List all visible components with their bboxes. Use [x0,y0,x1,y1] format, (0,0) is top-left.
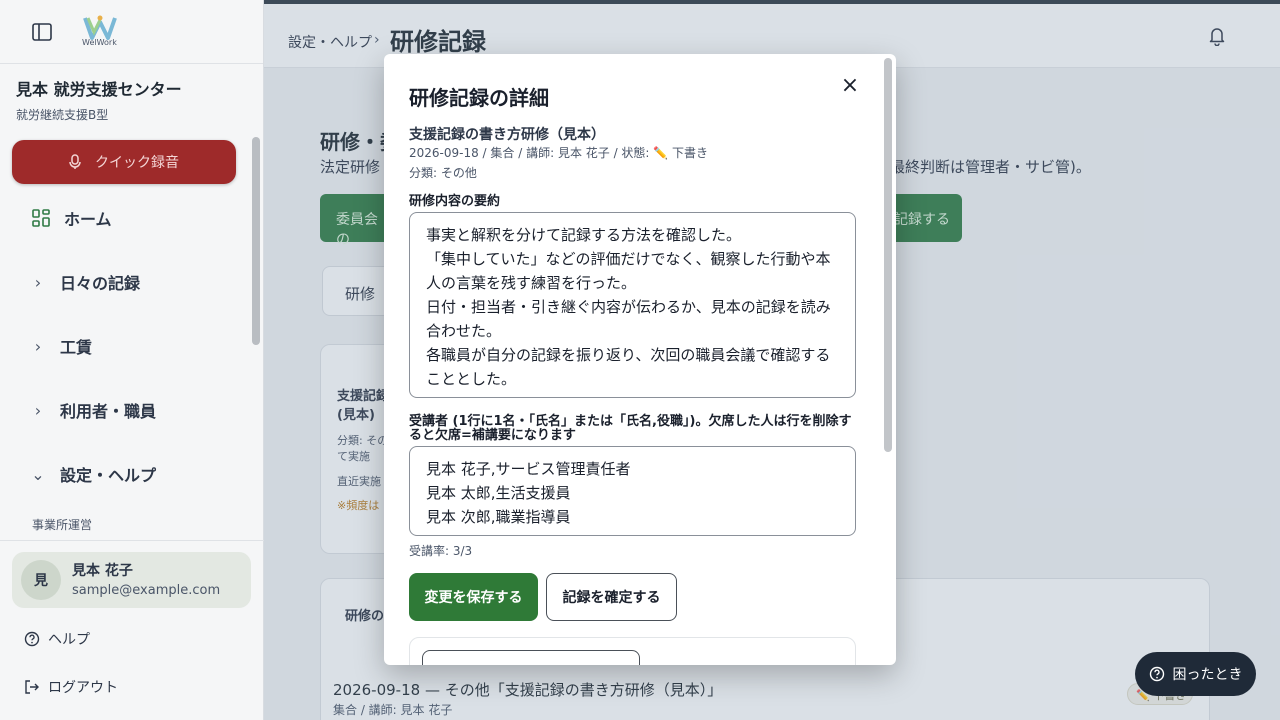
help-floating-button[interactable]: 困ったとき [1135,652,1256,696]
sidebar-item-settings-help[interactable]: ⌄ 設定・ヘルプ [30,462,156,486]
training-detail-modal: 研修記録の詳細 × 支援記録の書き方研修（見本） 2026-09-18 / 集合… [384,54,896,665]
help-link[interactable]: ヘルプ [24,629,90,649]
attendees-textarea[interactable]: 見本 花子,サービス管理責任者 見本 太郎,生活支援員 見本 次郎,職業指導員 [409,446,856,536]
chevron-right-icon: › [34,272,42,292]
record-meta: 2026-09-18 / 集合 / 講師: 見本 花子 / 状態: ✏️ 下書き [409,146,709,160]
logo-text: WelWork [82,38,117,47]
sidebar-scrollbar[interactable] [252,137,260,345]
chevron-right-icon: › [34,336,42,356]
close-icon[interactable]: × [840,74,860,98]
sidebar-divider [0,540,264,541]
attendance-rate: 受講率: 3/3 [409,544,473,558]
summary-label: 研修内容の要約 [409,194,501,209]
save-changes-button[interactable]: 変更を保存する [409,573,538,621]
help-floating-label: 困ったとき [1172,667,1243,683]
sidebar-subheading-office-ops: 事業所運営 [32,518,93,532]
logout-link-label: ログアウト [48,680,118,696]
sidebar-item-users-staff-label: 利用者・職員 [60,402,157,421]
question-circle-icon [1149,666,1164,682]
modal-title: 研修記録の詳細 [409,86,549,110]
summary-textarea[interactable]: 事実と解釈を分けて記録する方法を確認した。 「集中していた」などの評価だけでなく… [409,212,856,398]
organization-name: 見本 就労支援センター [16,80,182,99]
sidebar-item-users-staff[interactable]: › 利用者・職員 [30,398,156,422]
logout-icon [25,680,39,694]
user-name: 見本 花子 [72,563,133,579]
logout-link[interactable]: ログアウト [24,677,118,697]
modal-extra-button[interactable] [422,650,640,665]
avatar: 見 [21,560,61,600]
sidebar-item-daily[interactable]: › 日々の記録 [30,270,140,294]
organization-type: 就労継続支援B型 [16,108,109,122]
sidebar-item-home[interactable]: ホーム [32,206,112,230]
grid-icon [32,209,50,227]
sidebar-item-daily-label: 日々の記録 [60,274,141,293]
sidebar-item-wages[interactable]: › 工賃 [30,334,92,358]
sidebar-item-home-label: ホーム [64,210,112,229]
sidebar-header: WelWork [0,0,263,64]
chevron-right-icon: › [34,400,42,420]
user-profile-card[interactable]: 見 見本 花子 sample@example.com [12,552,251,608]
quick-record-label: クイック録音 [95,155,179,171]
sidebar: WelWork 見本 就労支援センター 就労継続支援B型 クイック録音 ホーム … [0,0,264,720]
record-category: 分類: その他 [409,166,477,180]
help-link-label: ヘルプ [48,632,90,648]
sidebar-item-wages-label: 工賃 [60,338,93,357]
sidebar-toggle-icon[interactable] [31,22,53,42]
confirm-record-button[interactable]: 記録を確定する [546,573,677,621]
organization-info: 見本 就労支援センター 就労継続支援B型 [16,76,182,123]
quick-record-button[interactable]: クイック録音 [12,140,236,184]
modal-extra-section [409,637,856,665]
chevron-down-icon: ⌄ [31,464,45,484]
record-title: 支援記録の書き方研修（見本） [409,127,605,143]
microphone-icon [69,154,81,169]
sidebar-item-settings-help-label: 設定・ヘルプ [60,466,157,485]
sidebar-nav: クイック録音 ホーム › 日々の記録 › 工賃 › 利用者・職員 ⌄ 設定・ヘル… [0,132,264,538]
question-circle-icon [24,631,40,647]
attendees-label: 受講者 (1行に1名・「氏名」または「氏名,役職」)。欠席した人は行を削除すると… [409,414,852,443]
modal-scrollbar[interactable] [884,58,892,452]
user-email: sample@example.com [72,583,221,598]
